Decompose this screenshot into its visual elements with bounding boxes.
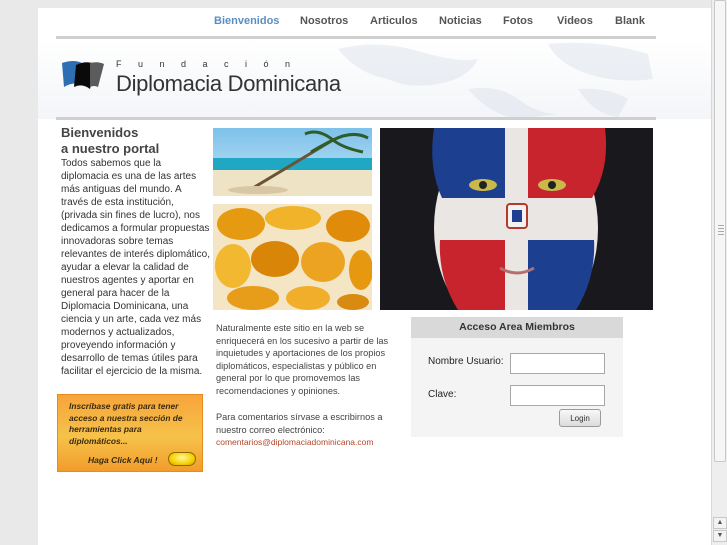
nav-noticias[interactable]: Noticias xyxy=(439,15,482,27)
nav-bienvenidos[interactable]: Bienvenidos xyxy=(214,15,279,27)
scroll-down-arrow-icon[interactable]: ▼ xyxy=(713,530,727,542)
welcome-heading: Bienvenidos a nuestro portal xyxy=(61,125,159,157)
contact-text: Para comentarios sírvase a escribirnos a… xyxy=(216,412,383,435)
site-description: Naturalmente este sitio en la web se enr… xyxy=(216,323,389,396)
username-input[interactable] xyxy=(510,353,605,374)
amber-stones-photo xyxy=(213,204,372,310)
scroll-up-arrow-icon[interactable]: ▲ xyxy=(713,517,727,529)
site-title: Diplomacia Dominicana xyxy=(116,71,341,96)
member-login-title: Acceso Area Miembros xyxy=(411,317,623,338)
site-header: Fundación Diplomacia Dominicana xyxy=(38,39,711,119)
nav-nosotros[interactable]: Nosotros xyxy=(300,15,348,27)
nav-fotos[interactable]: Fotos xyxy=(503,15,533,27)
page-container: Bienvenidos Nosotros Articulos Noticias … xyxy=(38,8,711,545)
thumb-grip-line xyxy=(718,225,724,226)
promo-text: Inscríbase gratis para tener acceso a nu… xyxy=(69,401,183,446)
top-nav: Bienvenidos Nosotros Articulos Noticias … xyxy=(38,8,711,36)
nav-articulos[interactable]: Articulos xyxy=(370,15,418,27)
beach-photo xyxy=(213,128,372,196)
welcome-heading-line1: Bienvenidos xyxy=(61,125,139,140)
thumb-grip-line xyxy=(718,231,724,232)
world-map-background xyxy=(338,42,653,119)
contact-email-link[interactable]: comentarios@diplomaciadominicana.com xyxy=(216,437,373,447)
username-label: Nombre Usuario: xyxy=(428,356,504,367)
password-input[interactable] xyxy=(510,385,605,406)
login-button[interactable]: Login xyxy=(559,409,601,427)
welcome-heading-line2: a nuestro portal xyxy=(61,141,160,156)
foundation-label: Fundación xyxy=(116,59,307,69)
nav-videos[interactable]: Videos xyxy=(557,15,593,27)
thumb-grip-line xyxy=(718,228,724,229)
scrollbar-thumb[interactable] xyxy=(714,0,726,462)
member-login-box: Acceso Area Miembros Nombre Usuario: Cla… xyxy=(411,317,623,437)
dominican-flag-face-photo xyxy=(380,128,653,310)
nav-blank[interactable]: Blank xyxy=(615,15,645,27)
promo-cta[interactable]: Haga Click Aqui ! xyxy=(88,455,158,465)
vertical-scrollbar[interactable]: ▲ ▼ xyxy=(711,0,727,545)
header-divider xyxy=(56,117,656,120)
thumb-grip-line xyxy=(718,234,724,235)
promo-button[interactable] xyxy=(168,452,196,466)
password-label: Clave: xyxy=(428,389,457,400)
foundation-logo xyxy=(62,61,104,89)
signup-promo-banner[interactable]: Inscríbase gratis para tener acceso a nu… xyxy=(57,394,203,472)
welcome-text: Todos sabemos que la diplomacia es una d… xyxy=(61,158,210,377)
